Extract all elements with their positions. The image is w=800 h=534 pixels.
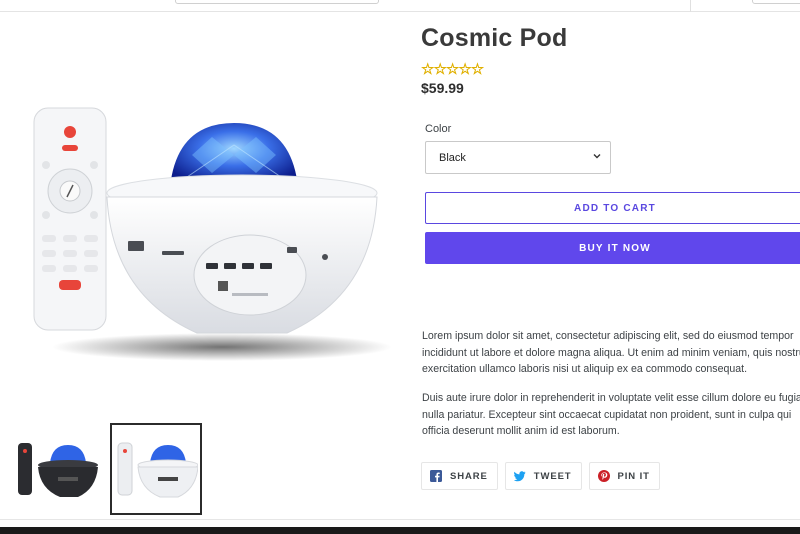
share-pinterest-button[interactable]: PIN IT	[588, 462, 660, 490]
footer-divider	[0, 519, 800, 520]
pinterest-icon	[597, 470, 610, 482]
share-buttons: SHARE TWEET PIN IT	[421, 462, 660, 490]
site-header	[0, 0, 800, 12]
thumbnail-list	[10, 423, 210, 515]
share-twitter-button[interactable]: TWEET	[504, 462, 582, 490]
header-control[interactable]	[752, 0, 800, 4]
description-paragraph-2: Duis aute irure dolor in reprehenderit i…	[422, 392, 800, 437]
header-divider	[690, 0, 691, 12]
buy-now-button[interactable]: BUY IT NOW	[425, 232, 800, 264]
footer-bar	[0, 527, 800, 534]
product-main-image	[12, 85, 402, 370]
product-title: Cosmic Pod	[421, 24, 568, 52]
share-facebook-label: SHARE	[450, 470, 488, 482]
color-label: Color	[425, 123, 452, 135]
description-paragraph-1: Lorem ipsum dolor sit amet, consectetur …	[422, 330, 800, 375]
facebook-icon	[430, 470, 442, 482]
color-select-value: Black	[439, 151, 466, 164]
rating-stars: ☆☆☆☆☆	[421, 60, 485, 79]
share-twitter-label: TWEET	[533, 470, 572, 482]
twitter-icon	[513, 470, 526, 482]
share-facebook-button[interactable]: SHARE	[421, 462, 498, 490]
thumbnail-white[interactable]	[110, 423, 202, 515]
add-to-cart-button[interactable]: ADD TO CART	[425, 192, 800, 224]
color-select[interactable]: Black	[425, 141, 611, 174]
thumbnail-black[interactable]	[10, 423, 102, 515]
chevron-down-icon	[592, 151, 602, 164]
product-price: $59.99	[421, 80, 464, 96]
header-search-input[interactable]	[175, 0, 379, 4]
share-pinterest-label: PIN IT	[617, 470, 650, 482]
rating-stars-icon: ☆☆☆☆☆	[421, 61, 485, 79]
